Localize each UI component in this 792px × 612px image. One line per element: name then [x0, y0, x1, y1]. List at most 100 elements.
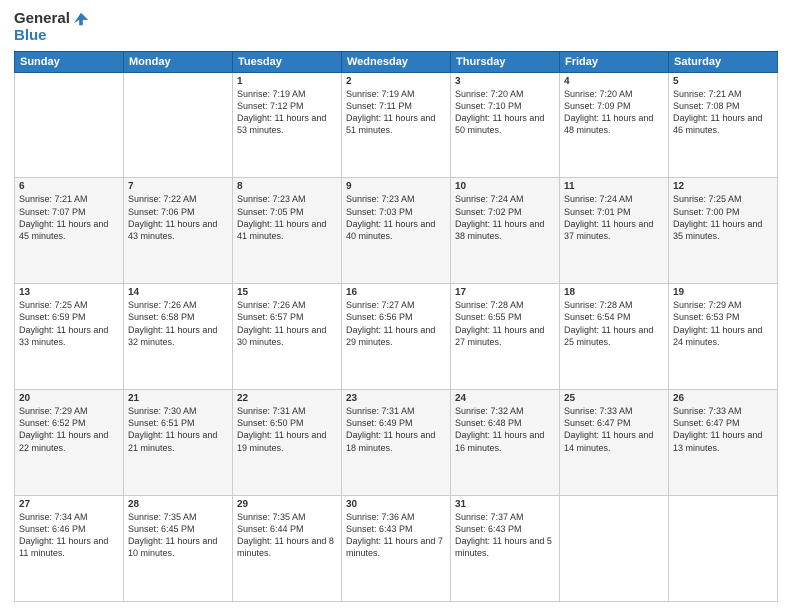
col-header-monday: Monday [124, 51, 233, 72]
calendar-cell: 21 Sunrise: 7:30 AMSunset: 6:51 PMDaylig… [124, 390, 233, 496]
calendar-cell: 7 Sunrise: 7:22 AMSunset: 7:06 PMDayligh… [124, 178, 233, 284]
day-number: 13 [19, 287, 119, 298]
col-header-wednesday: Wednesday [342, 51, 451, 72]
calendar-cell: 12 Sunrise: 7:25 AMSunset: 7:00 PMDaylig… [669, 178, 778, 284]
day-number: 5 [673, 76, 773, 87]
cell-info: Sunrise: 7:22 AMSunset: 7:06 PMDaylight:… [128, 194, 217, 240]
cell-info: Sunrise: 7:27 AMSunset: 6:56 PMDaylight:… [346, 300, 435, 346]
day-number: 19 [673, 287, 773, 298]
day-number: 2 [346, 76, 446, 87]
day-number: 3 [455, 76, 555, 87]
cell-info: Sunrise: 7:29 AMSunset: 6:53 PMDaylight:… [673, 300, 762, 346]
cell-info: Sunrise: 7:32 AMSunset: 6:48 PMDaylight:… [455, 406, 544, 452]
calendar-cell [669, 496, 778, 602]
day-number: 8 [237, 181, 337, 192]
calendar-cell: 2 Sunrise: 7:19 AMSunset: 7:11 PMDayligh… [342, 72, 451, 178]
day-number: 18 [564, 287, 664, 298]
week-row-5: 27 Sunrise: 7:34 AMSunset: 6:46 PMDaylig… [15, 496, 778, 602]
cell-info: Sunrise: 7:21 AMSunset: 7:07 PMDaylight:… [19, 194, 108, 240]
day-number: 28 [128, 499, 228, 510]
cell-info: Sunrise: 7:24 AMSunset: 7:02 PMDaylight:… [455, 194, 544, 240]
cell-info: Sunrise: 7:28 AMSunset: 6:54 PMDaylight:… [564, 300, 653, 346]
day-number: 6 [19, 181, 119, 192]
cell-info: Sunrise: 7:20 AMSunset: 7:10 PMDaylight:… [455, 89, 544, 135]
calendar-cell [560, 496, 669, 602]
day-number: 11 [564, 181, 664, 192]
calendar-cell: 8 Sunrise: 7:23 AMSunset: 7:05 PMDayligh… [233, 178, 342, 284]
cell-info: Sunrise: 7:23 AMSunset: 7:05 PMDaylight:… [237, 194, 326, 240]
day-number: 23 [346, 393, 446, 404]
cell-info: Sunrise: 7:19 AMSunset: 7:11 PMDaylight:… [346, 89, 435, 135]
week-row-4: 20 Sunrise: 7:29 AMSunset: 6:52 PMDaylig… [15, 390, 778, 496]
day-number: 27 [19, 499, 119, 510]
calendar-cell: 20 Sunrise: 7:29 AMSunset: 6:52 PMDaylig… [15, 390, 124, 496]
cell-info: Sunrise: 7:25 AMSunset: 6:59 PMDaylight:… [19, 300, 108, 346]
calendar-cell: 15 Sunrise: 7:26 AMSunset: 6:57 PMDaylig… [233, 284, 342, 390]
day-number: 31 [455, 499, 555, 510]
day-number: 17 [455, 287, 555, 298]
cell-info: Sunrise: 7:31 AMSunset: 6:50 PMDaylight:… [237, 406, 326, 452]
cell-info: Sunrise: 7:26 AMSunset: 6:58 PMDaylight:… [128, 300, 217, 346]
cell-info: Sunrise: 7:19 AMSunset: 7:12 PMDaylight:… [237, 89, 326, 135]
day-number: 24 [455, 393, 555, 404]
day-number: 21 [128, 393, 228, 404]
day-number: 30 [346, 499, 446, 510]
cell-info: Sunrise: 7:20 AMSunset: 7:09 PMDaylight:… [564, 89, 653, 135]
col-header-thursday: Thursday [451, 51, 560, 72]
calendar-cell: 29 Sunrise: 7:35 AMSunset: 6:44 PMDaylig… [233, 496, 342, 602]
logo-blue: Blue [14, 28, 47, 45]
cell-info: Sunrise: 7:30 AMSunset: 6:51 PMDaylight:… [128, 406, 217, 452]
day-number: 12 [673, 181, 773, 192]
calendar-cell: 14 Sunrise: 7:26 AMSunset: 6:58 PMDaylig… [124, 284, 233, 390]
day-number: 26 [673, 393, 773, 404]
calendar-cell: 27 Sunrise: 7:34 AMSunset: 6:46 PMDaylig… [15, 496, 124, 602]
calendar-header-row: SundayMondayTuesdayWednesdayThursdayFrid… [15, 51, 778, 72]
day-number: 22 [237, 393, 337, 404]
calendar-cell: 31 Sunrise: 7:37 AMSunset: 6:43 PMDaylig… [451, 496, 560, 602]
cell-info: Sunrise: 7:34 AMSunset: 6:46 PMDaylight:… [19, 512, 108, 558]
calendar-table: SundayMondayTuesdayWednesdayThursdayFrid… [14, 51, 778, 603]
calendar-cell: 19 Sunrise: 7:29 AMSunset: 6:53 PMDaylig… [669, 284, 778, 390]
calendar-cell: 28 Sunrise: 7:35 AMSunset: 6:45 PMDaylig… [124, 496, 233, 602]
cell-info: Sunrise: 7:35 AMSunset: 6:44 PMDaylight:… [237, 512, 334, 558]
logo-general: General [14, 11, 70, 28]
day-number: 25 [564, 393, 664, 404]
day-number: 10 [455, 181, 555, 192]
calendar-cell: 10 Sunrise: 7:24 AMSunset: 7:02 PMDaylig… [451, 178, 560, 284]
cell-info: Sunrise: 7:29 AMSunset: 6:52 PMDaylight:… [19, 406, 108, 452]
cell-info: Sunrise: 7:26 AMSunset: 6:57 PMDaylight:… [237, 300, 326, 346]
calendar-cell: 24 Sunrise: 7:32 AMSunset: 6:48 PMDaylig… [451, 390, 560, 496]
day-number: 7 [128, 181, 228, 192]
cell-info: Sunrise: 7:23 AMSunset: 7:03 PMDaylight:… [346, 194, 435, 240]
logo-icon [72, 10, 90, 28]
week-row-3: 13 Sunrise: 7:25 AMSunset: 6:59 PMDaylig… [15, 284, 778, 390]
cell-info: Sunrise: 7:21 AMSunset: 7:08 PMDaylight:… [673, 89, 762, 135]
cell-info: Sunrise: 7:28 AMSunset: 6:55 PMDaylight:… [455, 300, 544, 346]
week-row-2: 6 Sunrise: 7:21 AMSunset: 7:07 PMDayligh… [15, 178, 778, 284]
calendar-cell: 5 Sunrise: 7:21 AMSunset: 7:08 PMDayligh… [669, 72, 778, 178]
cell-info: Sunrise: 7:36 AMSunset: 6:43 PMDaylight:… [346, 512, 443, 558]
day-number: 16 [346, 287, 446, 298]
cell-info: Sunrise: 7:33 AMSunset: 6:47 PMDaylight:… [564, 406, 653, 452]
calendar-cell: 9 Sunrise: 7:23 AMSunset: 7:03 PMDayligh… [342, 178, 451, 284]
col-header-saturday: Saturday [669, 51, 778, 72]
day-number: 9 [346, 181, 446, 192]
calendar-cell: 6 Sunrise: 7:21 AMSunset: 7:07 PMDayligh… [15, 178, 124, 284]
cell-info: Sunrise: 7:33 AMSunset: 6:47 PMDaylight:… [673, 406, 762, 452]
cell-info: Sunrise: 7:35 AMSunset: 6:45 PMDaylight:… [128, 512, 217, 558]
calendar-cell: 23 Sunrise: 7:31 AMSunset: 6:49 PMDaylig… [342, 390, 451, 496]
day-number: 15 [237, 287, 337, 298]
calendar-cell: 3 Sunrise: 7:20 AMSunset: 7:10 PMDayligh… [451, 72, 560, 178]
calendar-cell: 30 Sunrise: 7:36 AMSunset: 6:43 PMDaylig… [342, 496, 451, 602]
calendar-cell: 11 Sunrise: 7:24 AMSunset: 7:01 PMDaylig… [560, 178, 669, 284]
cell-info: Sunrise: 7:31 AMSunset: 6:49 PMDaylight:… [346, 406, 435, 452]
calendar-cell: 26 Sunrise: 7:33 AMSunset: 6:47 PMDaylig… [669, 390, 778, 496]
calendar-cell: 1 Sunrise: 7:19 AMSunset: 7:12 PMDayligh… [233, 72, 342, 178]
calendar-cell: 17 Sunrise: 7:28 AMSunset: 6:55 PMDaylig… [451, 284, 560, 390]
col-header-tuesday: Tuesday [233, 51, 342, 72]
calendar-cell: 16 Sunrise: 7:27 AMSunset: 6:56 PMDaylig… [342, 284, 451, 390]
calendar-cell: 13 Sunrise: 7:25 AMSunset: 6:59 PMDaylig… [15, 284, 124, 390]
week-row-1: 1 Sunrise: 7:19 AMSunset: 7:12 PMDayligh… [15, 72, 778, 178]
calendar-cell [124, 72, 233, 178]
header: General Blue [14, 10, 778, 45]
